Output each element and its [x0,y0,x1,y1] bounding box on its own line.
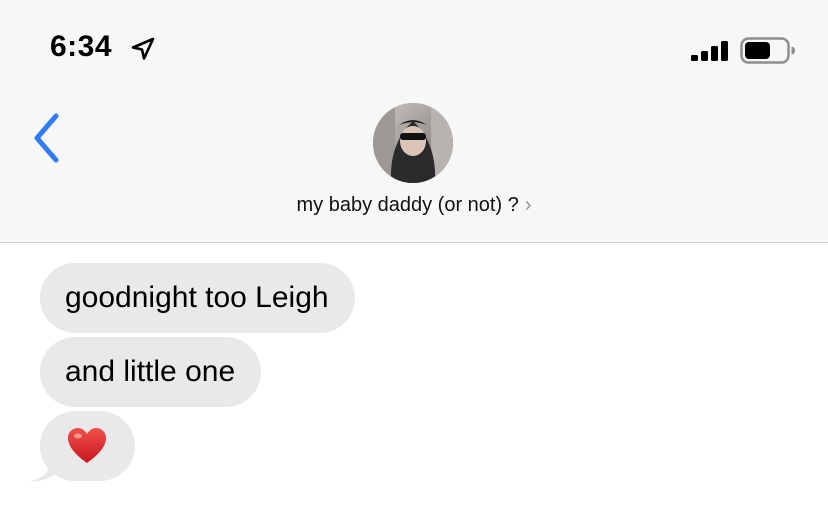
battery-icon [740,37,795,64]
location-arrow-icon [131,37,155,60]
avatar[interactable] [373,103,453,183]
message-bubble[interactable]: and little one [40,337,262,407]
contact-avatar-photo [373,103,453,183]
red-heart-emoji-icon [68,428,106,463]
back-button[interactable] [28,110,68,166]
cellular-signal-icon [691,41,728,61]
messages-screen: 6:34 my baby daddy (or not) ? › goodnigh… [0,0,828,518]
message-bubble[interactable]: goodnight too Leigh [40,263,355,333]
status-time: 6:34 [50,30,113,63]
bubble-tail [30,455,58,482]
chevron-right-icon: › [524,194,532,216]
message-list: goodnight too Leigh and little one [0,243,828,518]
contact-name-row[interactable]: my baby daddy (or not) ? › [0,194,828,217]
contact-name: my baby daddy (or not) ? [296,194,519,216]
conversation-header: 6:34 my baby daddy (or not) ? › [0,0,828,243]
